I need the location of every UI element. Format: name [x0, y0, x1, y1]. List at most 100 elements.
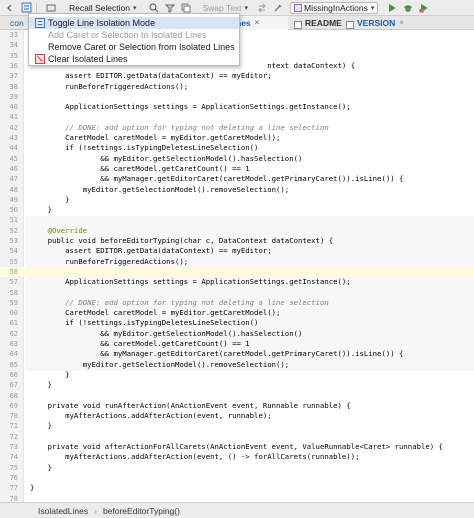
code-line[interactable]: 77}	[0, 483, 474, 493]
code-line[interactable]: 42 // DONE: add option for typing not de…	[0, 123, 474, 133]
code-line[interactable]: 73 private void afterActionForAllCarets(…	[0, 442, 474, 452]
swap-text-label: Swap Text	[202, 2, 242, 13]
code-line[interactable]: 45 && myEditor.getSelectionModel().hasSe…	[0, 154, 474, 164]
code-line[interactable]: 47 && myManager.getEditorCaret(caretMode…	[0, 174, 474, 184]
code-line[interactable]: 63 && caretModel.getCaretCount() == 1	[0, 339, 474, 349]
code-text: && caretModel.getCaretCount() == 1	[30, 339, 250, 348]
code-text: myEditor.getSelectionModel().removeSelec…	[30, 359, 290, 369]
run-configuration-dropdown[interactable]: MissingInActions ▾	[290, 1, 379, 14]
code-line[interactable]: 51	[0, 215, 474, 225]
code-line[interactable]: 57 ApplicationSettings settings = Applic…	[0, 277, 474, 287]
menu-item-clear-isolated[interactable]: Clear Isolated Lines	[29, 53, 239, 65]
code-line[interactable]: 49 }	[0, 195, 474, 205]
line-number: 41	[9, 113, 18, 122]
swap-text-dropdown[interactable]: Swap Text ▾	[198, 2, 252, 14]
java-config-icon	[294, 3, 303, 12]
code-line[interactable]: 62 && myEditor.getSelectionModel().hasSe…	[0, 329, 474, 339]
code-line[interactable]: 48 myEditor.getSelectionModel().removeSe…	[0, 185, 474, 195]
back-icon[interactable]	[4, 2, 16, 14]
code-line[interactable]: 71 }	[0, 421, 474, 431]
recall-selection-icon[interactable]	[45, 2, 57, 14]
code-line[interactable]: 59 // DONE: add option for typing not de…	[0, 298, 474, 308]
code-line[interactable]: 56	[0, 266, 474, 278]
run-icon[interactable]	[386, 2, 398, 14]
code-line[interactable]: 50 }	[0, 205, 474, 215]
code-line[interactable]: 58	[0, 288, 474, 298]
code-line[interactable]: 38 runBeforeTriggeredActions();	[0, 82, 474, 92]
line-number: 42	[9, 123, 18, 132]
chevron-down-icon: ▾	[370, 4, 375, 12]
code-line[interactable]: 67 }	[0, 380, 474, 390]
tab-readme[interactable]: README ×	[288, 16, 351, 30]
search-icon[interactable]	[148, 2, 160, 14]
code-line[interactable]: 52 @Override	[0, 226, 474, 236]
code-line[interactable]: 66 }	[0, 370, 474, 380]
code-line[interactable]: 37 assert EDITOR.getData(dataContext) ==…	[0, 71, 474, 81]
line-number: 38	[9, 82, 18, 91]
code-line[interactable]: 70 myAfterActions.addAfterAction(event, …	[0, 411, 474, 421]
clear-isolated-icon	[35, 54, 45, 64]
code-line[interactable]: 54 assert EDITOR.getData(dataContext) ==…	[0, 246, 474, 256]
code-editor[interactable]: 33 34 35 36 ntext dataContext) {37 assert E…	[0, 30, 474, 503]
line-number: 74	[9, 453, 18, 462]
code-line[interactable]: 43 CaretModel caretModel = myEditor.getC…	[0, 133, 474, 143]
code-line[interactable]: 44 if (!settings.isTypingDeletesLineSele…	[0, 143, 474, 153]
code-line[interactable]: 39	[0, 92, 474, 102]
code-text: CaretModel caretModel = myEditor.getCare…	[30, 133, 281, 142]
code-line[interactable]: 64 && myManager.getEditorCaret(caretMode…	[0, 349, 474, 359]
close-icon[interactable]: ×	[255, 16, 260, 30]
code-line[interactable]: 60 CaretModel caretModel = myEditor.getC…	[0, 308, 474, 318]
line-number: 52	[9, 226, 18, 235]
menu-item-label: Add Caret or Selection to Isolated Lines	[48, 30, 207, 40]
line-number: 77	[9, 484, 18, 493]
swap-icon[interactable]	[256, 2, 268, 14]
line-number: 76	[9, 473, 18, 482]
breadcrumb-class[interactable]: IsolatedLines	[38, 506, 88, 516]
code-line[interactable]: 55 runBeforeTriggeredActions();	[0, 257, 474, 267]
code-text: if (!settings.isTypingDeletesLineSelecti…	[30, 143, 259, 153]
line-number: 60	[9, 309, 18, 318]
line-number: 36	[9, 61, 18, 70]
isolation-popup-menu: Toggle Line Isolation Mode Add Caret or …	[28, 13, 240, 66]
code-line[interactable]: 68	[0, 391, 474, 401]
tab-version[interactable]: VERSION ×	[340, 16, 410, 30]
debug-icon[interactable]	[402, 2, 414, 14]
line-number: 40	[9, 103, 18, 112]
code-line[interactable]: 74 myAfterActions.addAfterAction(event, …	[0, 452, 474, 462]
code-line[interactable]: 65 myEditor.getSelectionModel().removeSe…	[0, 360, 474, 370]
line-number: 44	[9, 144, 18, 153]
build-icon[interactable]	[272, 2, 284, 14]
isolation-mode-icon[interactable]	[20, 2, 32, 14]
code-text: if (!settings.isTypingDeletesLineSelecti…	[30, 318, 259, 328]
code-line[interactable]: 75 }	[0, 463, 474, 473]
line-number: 68	[9, 391, 18, 400]
line-number: 65	[9, 360, 18, 369]
recall-selection-dropdown[interactable]: Recall Selection ▾	[65, 2, 140, 14]
menu-item-add-to-isolated[interactable]: Add Caret or Selection to Isolated Lines	[29, 29, 239, 41]
code-line[interactable]: 72	[0, 432, 474, 442]
run-config-label: MissingInActions	[304, 2, 368, 13]
line-number: 58	[9, 288, 18, 297]
menu-item-remove-from-isolated[interactable]: Remove Caret or Selection from Isolated …	[29, 41, 239, 53]
close-icon[interactable]: ×	[399, 16, 404, 30]
coverage-icon[interactable]	[418, 2, 430, 14]
code-line[interactable]: 76	[0, 473, 474, 483]
code-line[interactable]: 40 ApplicationSettings settings = Applic…	[0, 102, 474, 112]
copy-icon[interactable]	[180, 2, 192, 14]
code-line[interactable]: 61 if (!settings.isTypingDeletesLineSele…	[0, 318, 474, 328]
breadcrumb-separator-icon: ›	[94, 505, 97, 516]
blank-icon	[35, 30, 45, 40]
code-text: && caretModel.getCaretCount() == 1	[30, 163, 250, 173]
code-text: }	[30, 194, 70, 204]
code-line[interactable]: 53 public void beforeEditorTyping(char c…	[0, 236, 474, 246]
breadcrumb-method[interactable]: beforeEditorTyping()	[103, 506, 180, 516]
line-number: 71	[9, 422, 18, 431]
isolation-mode-icon	[35, 18, 45, 28]
filter-icon[interactable]	[164, 2, 176, 14]
menu-item-toggle-line-isolation[interactable]: Toggle Line Isolation Mode	[29, 17, 239, 29]
code-line[interactable]: 69 private void runAfterAction(AnActionE…	[0, 401, 474, 411]
line-number: 62	[9, 329, 18, 338]
code-line[interactable]: 46 && caretModel.getCaretCount() == 1	[0, 164, 474, 174]
line-number: 70	[9, 412, 18, 421]
code-line[interactable]: 41	[0, 112, 474, 122]
